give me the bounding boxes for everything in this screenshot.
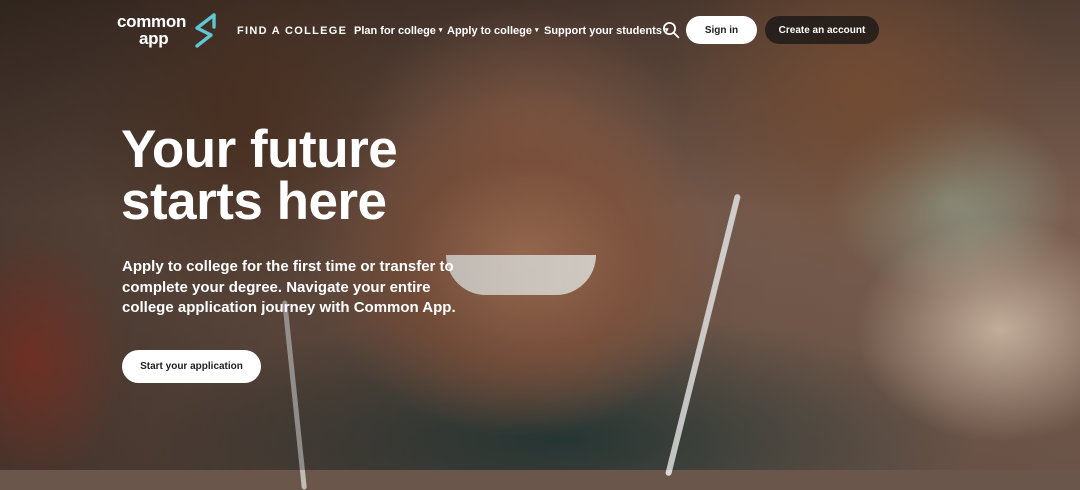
search-icon[interactable] [662,21,680,39]
nav-apply-label: Apply to college [447,25,532,37]
hero-title-line1: Your future [121,120,398,179]
nav-plan-label: Plan for college [354,25,436,37]
site-header: common app FIND A COLLEGE Plan for colle… [0,0,1080,62]
nav-support-label: Support your students [544,25,662,37]
sign-in-button[interactable]: Sign in [686,16,757,44]
create-account-button[interactable]: Create an account [765,16,879,44]
hero-overlay [0,0,1080,470]
hero-subtitle: Apply to college for the first time or t… [122,258,456,316]
chevron-down-icon: ▾ [438,27,443,34]
nav-find-a-college[interactable]: FIND A COLLEGE [237,22,347,40]
nav-plan-for-college[interactable]: Plan for college ▾ [354,22,442,40]
hero-title-line2: starts here [121,172,387,231]
main-nav: FIND A COLLEGE Plan for college ▾ Apply t… [0,22,1080,40]
start-application-button[interactable]: Start your application [122,350,261,383]
nav-support-your-students[interactable]: Support your students ▾ [544,22,668,40]
hero-title: Your future starts here [121,123,541,231]
chevron-down-icon: ▾ [534,27,539,34]
nav-apply-to-college[interactable]: Apply to college ▾ [447,22,538,40]
